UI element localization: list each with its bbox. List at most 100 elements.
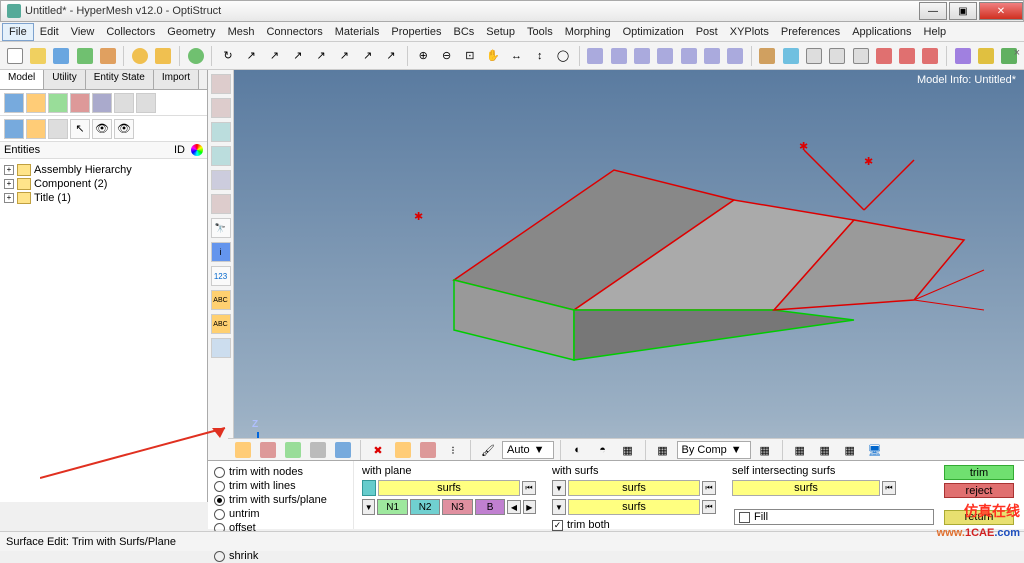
screen-icon[interactable]: 🖥 [864, 439, 886, 461]
cursor-icon[interactable]: ↖ [70, 119, 90, 139]
plane-dropdown[interactable]: ▼ [362, 499, 375, 515]
menu-morphing[interactable]: Morphing [559, 24, 617, 40]
trim-button[interactable]: trim [944, 465, 1014, 480]
view3-icon[interactable] [48, 119, 68, 139]
disp7-icon[interactable] [417, 439, 439, 461]
pan-icon[interactable]: ✋ [483, 45, 504, 67]
arrows-h-icon[interactable]: ↔ [506, 45, 527, 67]
close-window-button[interactable]: ✕ [979, 2, 1023, 20]
delete-icon[interactable]: ✖ [367, 439, 389, 461]
render3-icon[interactable]: ▦ [814, 439, 836, 461]
auto-select[interactable]: Auto▼ [502, 441, 554, 459]
side-tool7-icon[interactable] [211, 338, 231, 358]
nav-first-4[interactable]: ⏮ [882, 481, 896, 495]
filter4-icon[interactable] [70, 93, 90, 113]
zoom-out-icon[interactable]: ⊖ [436, 45, 457, 67]
checkbox-fill[interactable] [739, 512, 750, 523]
cube3-icon[interactable] [827, 45, 848, 67]
menu-view[interactable]: View [65, 24, 101, 40]
expand-icon[interactable]: + [4, 179, 14, 189]
comp-icon[interactable]: ▦ [652, 439, 674, 461]
window2-icon[interactable] [608, 45, 629, 67]
window3-icon[interactable] [631, 45, 652, 67]
render1-icon[interactable]: ▦ [754, 439, 776, 461]
menu-properties[interactable]: Properties [385, 24, 447, 40]
menu-applications[interactable]: Applications [846, 24, 917, 40]
grid3-icon[interactable] [920, 45, 941, 67]
disp6-icon[interactable] [392, 439, 414, 461]
import-icon[interactable] [74, 45, 95, 67]
tab-entitystate[interactable]: Entity State [86, 70, 154, 89]
n2-button[interactable]: N2 [410, 499, 440, 515]
expand-icon[interactable]: + [4, 193, 14, 203]
window7-icon[interactable] [724, 45, 745, 67]
opt-trim-surfs-plane[interactable]: trim with surfs/plane [214, 493, 347, 507]
disp3-icon[interactable] [282, 439, 304, 461]
side-tool5-icon[interactable] [211, 170, 231, 190]
nav-first-2[interactable]: ⏮ [702, 481, 716, 495]
menu-post[interactable]: Post [690, 24, 724, 40]
menu-xyplots[interactable]: XYPlots [724, 24, 775, 40]
checkbox-trim-both[interactable]: ✓ [552, 520, 563, 531]
cylinder-icon[interactable] [780, 45, 801, 67]
grid1-icon[interactable] [873, 45, 894, 67]
menu-setup[interactable]: Setup [480, 24, 521, 40]
opt-trim-nodes[interactable]: trim with nodes [214, 465, 347, 479]
filter1-icon[interactable] [4, 93, 24, 113]
window6-icon[interactable] [701, 45, 722, 67]
shade2-icon[interactable]: ◓ [592, 439, 614, 461]
menu-optimization[interactable]: Optimization [617, 24, 690, 40]
window4-icon[interactable] [655, 45, 676, 67]
zoom-in-icon[interactable]: ⊕ [413, 45, 434, 67]
n1-button[interactable]: N1 [377, 499, 407, 515]
disp2-icon[interactable] [257, 439, 279, 461]
refresh-icon[interactable] [185, 45, 206, 67]
b-button[interactable]: B [475, 499, 505, 515]
surfs-selector-3[interactable]: surfs [568, 499, 700, 515]
paint-icon[interactable]: 🖌 [477, 439, 499, 461]
side-tool2-icon[interactable] [211, 98, 231, 118]
maximize-button[interactable]: ▣ [949, 2, 977, 20]
disp1-icon[interactable] [232, 439, 254, 461]
grid2-icon[interactable] [897, 45, 918, 67]
side-binoc-icon[interactable]: 🔭 [211, 218, 231, 238]
fill-input[interactable]: Fill [734, 509, 934, 525]
disp5-icon[interactable] [332, 439, 354, 461]
axis-y-icon[interactable]: ↗ [264, 45, 285, 67]
tree-item-title[interactable]: + Title (1) [4, 191, 203, 205]
reject-button[interactable]: reject [944, 483, 1014, 498]
axis-xz-icon[interactable]: ↗ [357, 45, 378, 67]
n3-button[interactable]: N3 [442, 499, 472, 515]
nav-prev[interactable]: ◀ [507, 500, 520, 514]
wireframe-icon[interactable]: ▦ [617, 439, 639, 461]
menu-geometry[interactable]: Geometry [161, 24, 221, 40]
users-icon[interactable] [153, 45, 174, 67]
opt-untrim[interactable]: untrim [214, 507, 347, 521]
menu-help[interactable]: Help [918, 24, 953, 40]
user-icon[interactable] [129, 45, 150, 67]
render4-icon[interactable]: ▦ [839, 439, 861, 461]
tree-item-assembly[interactable]: + Assembly Hierarchy [4, 163, 203, 177]
window1-icon[interactable] [585, 45, 606, 67]
side-tool3-icon[interactable] [211, 122, 231, 142]
tool-b-icon[interactable] [975, 45, 996, 67]
side-abc1-icon[interactable]: ABC [211, 290, 231, 310]
nav-first-3[interactable]: ⏮ [702, 500, 716, 514]
tool-a-icon[interactable] [952, 45, 973, 67]
filter5-icon[interactable] [92, 93, 112, 113]
filter7-icon[interactable] [136, 93, 156, 113]
menu-mesh[interactable]: Mesh [222, 24, 261, 40]
zoom-fit-icon[interactable]: ⊡ [459, 45, 480, 67]
menu-tools[interactable]: Tools [521, 24, 559, 40]
opt-shrink[interactable]: shrink [214, 549, 347, 563]
eye1-icon[interactable]: 👁 [92, 119, 112, 139]
minimize-button[interactable]: — [919, 2, 947, 20]
open-icon[interactable] [27, 45, 48, 67]
new-icon[interactable] [4, 45, 25, 67]
surfs-selector-2[interactable]: surfs [568, 480, 700, 496]
side-numbers-icon[interactable]: 123 [211, 266, 231, 286]
side-tool4-icon[interactable] [211, 146, 231, 166]
tab-utility[interactable]: Utility [44, 70, 85, 89]
view1-icon[interactable] [4, 119, 24, 139]
side-abc2-icon[interactable]: ABC [211, 314, 231, 334]
